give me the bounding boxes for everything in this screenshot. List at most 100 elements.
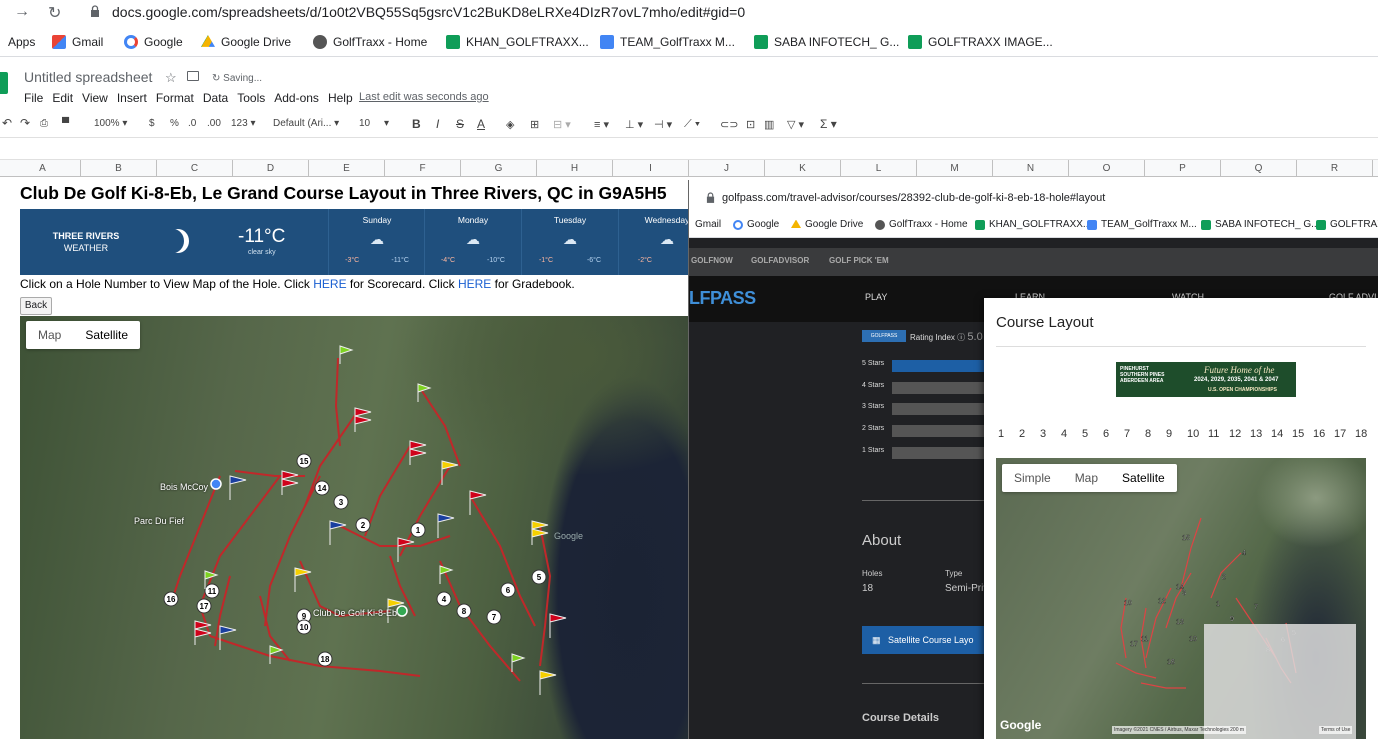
column-header[interactable]: R (1297, 160, 1373, 177)
golfnow-link[interactable]: GOLFNOW (691, 256, 733, 265)
advertisement-banner[interactable]: PINEHURST SOUTHERN PINES ABERDEEN AREA F… (1116, 362, 1296, 397)
link-icon[interactable]: ⊂⊃ (720, 118, 738, 131)
menu-help[interactable]: Help (328, 91, 353, 105)
golfpass-url-text[interactable]: golfpass.com/travel-advisor/courses/2839… (722, 192, 1105, 204)
map-button[interactable]: Map (26, 321, 73, 349)
bookmark-team[interactable]: TEAM_GolfTraxx M... (1087, 219, 1197, 230)
hole-tab[interactable]: 16 (1313, 428, 1334, 440)
map-button[interactable]: Map (1063, 464, 1110, 492)
vertical-align-icon[interactable]: ⊥ ▾ (625, 118, 643, 131)
hole-tab[interactable]: 17 (1334, 428, 1355, 440)
golf-pickem-link[interactable]: GOLF PICK 'EM (829, 256, 889, 265)
folder-icon[interactable] (187, 71, 199, 81)
bookmark-google[interactable]: Google (124, 35, 183, 49)
hole-tab[interactable]: 12 (1229, 428, 1250, 440)
menu-format[interactable]: Format (156, 91, 194, 105)
redo-icon[interactable]: ↷ (20, 116, 30, 130)
hole-tab[interactable]: 7 (1124, 428, 1145, 440)
forward-icon[interactable]: → (14, 3, 30, 21)
hole-tab[interactable]: 8 (1145, 428, 1166, 440)
hole-tab[interactable]: 5 (1082, 428, 1103, 440)
column-header[interactable]: J (689, 160, 765, 177)
gradebook-link[interactable]: HERE (458, 277, 491, 291)
column-header[interactable]: G (461, 160, 537, 177)
borders-icon[interactable]: ⊞ (530, 118, 539, 131)
hole-tab[interactable]: 6 (1103, 428, 1124, 440)
nav-play[interactable]: PLAY (865, 292, 887, 302)
satellite-course-layout-button[interactable]: ▦ Satellite Course Layo (862, 626, 992, 654)
align-left-icon[interactable]: ≡ ▾ (594, 118, 609, 131)
column-header[interactable]: M (917, 160, 993, 177)
satellite-button[interactable]: Satellite (73, 321, 140, 349)
column-header[interactable]: I (613, 160, 689, 177)
comment-icon[interactable]: ⊡ (746, 118, 755, 131)
number-format-select[interactable]: 123 ▾ (231, 118, 256, 129)
menu-data[interactable]: Data (203, 91, 228, 105)
paint-format-icon[interactable]: ▀ (62, 118, 69, 129)
hole-tab[interactable]: 15 (1292, 428, 1313, 440)
hole-tab[interactable]: 11 (1208, 428, 1229, 440)
reload-icon[interactable]: ↻ (48, 3, 61, 23)
back-button[interactable]: Back (20, 297, 52, 315)
bookmark-team[interactable]: TEAM_GolfTraxx M... (600, 35, 735, 49)
formula-bar[interactable] (0, 140, 1378, 160)
print-icon[interactable]: ⎙ (40, 118, 48, 129)
bookmark-google[interactable]: Google (733, 219, 779, 230)
hole-tab[interactable]: 1 (998, 428, 1019, 440)
bold-button[interactable]: B (412, 117, 421, 131)
golfpass-logo[interactable]: LFPASS (689, 288, 756, 309)
functions-button[interactable]: Σ ▾ (820, 117, 837, 131)
column-header[interactable]: O (1069, 160, 1145, 177)
menu-insert[interactable]: Insert (117, 91, 147, 105)
bookmark-apps[interactable]: Apps (8, 35, 35, 49)
increase-decimal-button[interactable]: .00 (207, 118, 221, 129)
course-layout-map[interactable]: 15 4 2 14 3 10 12 1 7 13 9 11 17 10 5 6 … (996, 458, 1366, 739)
terms-link[interactable]: Terms of Use (1319, 726, 1353, 734)
column-header[interactable]: D (233, 160, 309, 177)
satellite-button[interactable]: Satellite (1110, 464, 1177, 492)
font-size-select[interactable]: 10 ▾ (359, 118, 389, 129)
hole-tab[interactable]: 3 (1040, 428, 1061, 440)
hole-tab[interactable]: 18 (1355, 428, 1376, 440)
bookmark-golftraxx[interactable]: GolfTraxx - Home (313, 35, 427, 49)
text-wrap-icon[interactable]: ⊣ ▾ (654, 118, 672, 131)
filter-icon[interactable]: ▽ ▾ (787, 118, 804, 131)
url-text[interactable]: docs.google.com/spreadsheets/d/1o0t2VBQ5… (112, 4, 745, 20)
bookmark-golftraxx-image[interactable]: GOLFTRAX (1316, 219, 1378, 230)
column-header[interactable]: H (537, 160, 613, 177)
column-header[interactable]: K (765, 160, 841, 177)
bookmark-golftraxx-image[interactable]: GOLFTRAXX IMAGE... (908, 35, 1053, 49)
column-header[interactable]: F (385, 160, 461, 177)
fill-color-icon[interactable]: ◈ (506, 118, 514, 131)
column-header[interactable]: C (157, 160, 233, 177)
bookmark-golftraxx[interactable]: GolfTraxx - Home (875, 219, 968, 230)
decrease-decimal-button[interactable]: .0 (188, 118, 196, 129)
bookmark-gmail[interactable]: Gmail (52, 35, 103, 49)
font-select[interactable]: Default (Ari... ▾ (273, 118, 339, 129)
info-icon[interactable]: ⓘ (957, 333, 965, 342)
column-header[interactable]: A (5, 160, 81, 177)
bookmark-gmail[interactable]: Gmail (695, 219, 721, 230)
menu-file[interactable]: File (24, 91, 43, 105)
chart-icon[interactable]: ▥ (764, 118, 774, 131)
column-header[interactable]: E (309, 160, 385, 177)
hole-tab[interactable]: 10 (1187, 428, 1208, 440)
menu-addons[interactable]: Add-ons (274, 91, 319, 105)
bookmark-khan[interactable]: KHAN_GOLFTRAXX... (975, 219, 1091, 230)
zoom-select[interactable]: 100% ▾ (94, 118, 127, 129)
bookmark-google-drive[interactable]: Google Drive (201, 35, 291, 49)
simple-button[interactable]: Simple (1002, 464, 1063, 492)
hole-tab[interactable]: 4 (1061, 428, 1082, 440)
hole-tab[interactable]: 13 (1250, 428, 1271, 440)
menu-view[interactable]: View (82, 91, 108, 105)
column-header[interactable]: Q (1221, 160, 1297, 177)
golfadvisor-link[interactable]: GOLFADVISOR (751, 256, 809, 265)
italic-button[interactable]: I (436, 117, 439, 131)
hole-tab[interactable]: 2 (1019, 428, 1040, 440)
column-header[interactable]: N (993, 160, 1069, 177)
weather-widget[interactable]: THREE RIVERS WEATHER -11°C clear sky Sund… (20, 209, 688, 275)
document-title[interactable]: Untitled spreadsheet (24, 69, 152, 85)
last-edit-link[interactable]: Last edit was seconds ago (359, 91, 489, 103)
course-satellite-map[interactable]: 15 14 3 2 1 11 16 17 9 10 18 4 8 7 6 5 M… (20, 316, 688, 739)
merge-cells-icon[interactable]: ⊟ ▾ (553, 118, 571, 131)
